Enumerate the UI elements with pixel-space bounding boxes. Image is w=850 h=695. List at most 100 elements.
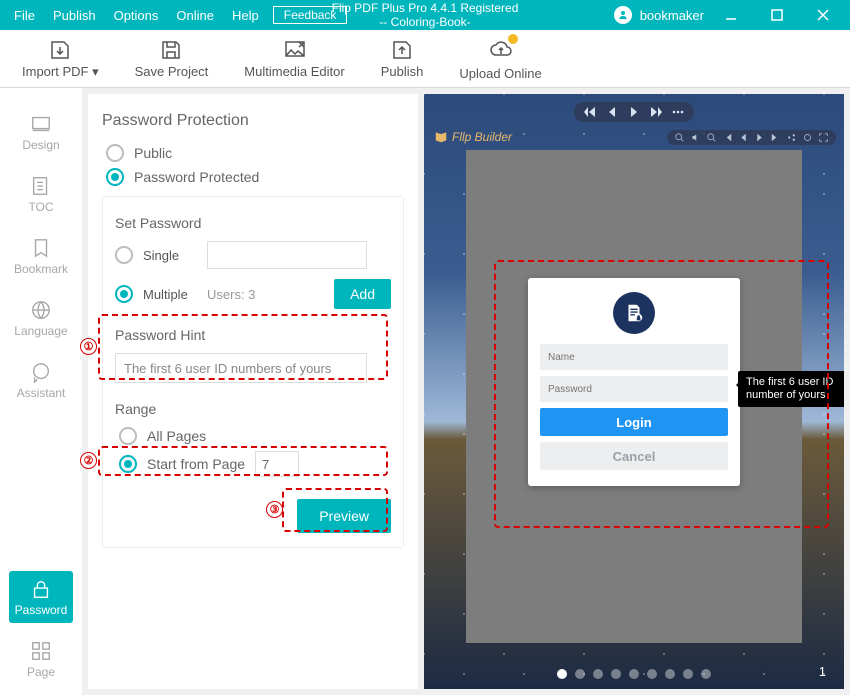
next-page-icon[interactable] xyxy=(628,106,640,118)
radio-start-from[interactable] xyxy=(119,455,137,473)
nav-assistant-label: Assistant xyxy=(17,386,66,400)
import-label: Import PDF ▾ xyxy=(22,64,99,80)
menu-publish[interactable]: Publish xyxy=(53,8,96,23)
menu-file[interactable]: File xyxy=(14,8,35,23)
forward-icon[interactable] xyxy=(771,133,780,142)
nav-page-label: Page xyxy=(27,665,55,679)
close-button[interactable] xyxy=(804,0,842,30)
range-label: Range xyxy=(115,401,391,417)
titlebar: File Publish Options Online Help Feedbac… xyxy=(0,0,850,30)
annotation-num-2: ② xyxy=(80,452,97,469)
minimize-button[interactable] xyxy=(712,0,750,30)
protected-option[interactable]: Password Protected xyxy=(106,168,404,186)
single-row: Single xyxy=(115,241,391,269)
single-label: Single xyxy=(143,248,197,263)
account-area: bookmaker xyxy=(614,0,850,30)
left-nav: Design TOC Bookmark Language Assistant P… xyxy=(0,88,82,695)
nav-toc[interactable]: TOC xyxy=(9,168,73,220)
nav-design[interactable]: Design xyxy=(9,106,73,158)
avatar-icon[interactable] xyxy=(614,6,632,24)
single-password-input[interactable] xyxy=(207,241,367,269)
page-dot-3[interactable] xyxy=(593,669,603,679)
import-icon xyxy=(48,38,72,62)
password-hint-input[interactable] xyxy=(115,353,367,383)
next-icon[interactable] xyxy=(755,133,764,142)
nav-password[interactable]: Password xyxy=(9,571,73,623)
annotation-num-1: ① xyxy=(80,338,97,355)
annotation-num-3: ③ xyxy=(266,501,283,518)
prev-page-icon[interactable] xyxy=(606,106,618,118)
zoom-out-icon[interactable] xyxy=(675,133,684,142)
refresh-icon[interactable] xyxy=(803,133,812,142)
cloud-upload-icon xyxy=(489,37,513,61)
username[interactable]: bookmaker xyxy=(640,8,704,23)
save-icon xyxy=(159,38,183,62)
radio-single[interactable] xyxy=(115,246,133,264)
maximize-button[interactable] xyxy=(758,0,796,30)
window-title: Flip PDF Plus Pro 4.4.1 Registered -- Co… xyxy=(332,1,519,29)
page-dot-5[interactable] xyxy=(629,669,639,679)
multiple-row: Multiple Users: 3 Add xyxy=(115,279,391,309)
page-number: 1 xyxy=(819,664,826,679)
first-page-icon[interactable] xyxy=(584,106,596,118)
nav-toc-label: TOC xyxy=(28,200,53,214)
sound-icon[interactable] xyxy=(691,133,700,142)
preview-tool-bar xyxy=(667,130,836,145)
upload-online-button[interactable]: Upload Online xyxy=(459,37,541,81)
hint-tooltip: The first 6 user ID number of yours xyxy=(738,371,844,407)
rewind-icon[interactable] xyxy=(723,133,732,142)
menu-online[interactable]: Online xyxy=(176,8,214,23)
save-project-button[interactable]: Save Project xyxy=(135,38,209,79)
all-pages-label: All Pages xyxy=(147,428,206,444)
toolbar: Import PDF ▾ Save Project Multimedia Edi… xyxy=(0,30,850,88)
fullscreen-icon[interactable] xyxy=(819,133,828,142)
page-dot-9[interactable] xyxy=(701,669,711,679)
radio-multiple[interactable] xyxy=(115,285,133,303)
nav-bookmark[interactable]: Bookmark xyxy=(9,230,73,282)
title-line1: Flip PDF Plus Pro 4.4.1 Registered xyxy=(332,1,519,15)
prev-icon[interactable] xyxy=(739,133,748,142)
login-modal: Login Cancel xyxy=(528,278,740,486)
radio-public[interactable] xyxy=(106,144,124,162)
more-icon[interactable] xyxy=(672,106,684,118)
nav-assistant[interactable]: Assistant xyxy=(9,354,73,406)
menu-help[interactable]: Help xyxy=(232,8,259,23)
preview-button[interactable]: Preview xyxy=(297,499,391,533)
menu-options[interactable]: Options xyxy=(114,8,159,23)
protected-label: Password Protected xyxy=(134,169,259,185)
radio-all-pages[interactable] xyxy=(119,427,137,445)
start-from-option[interactable]: Start from Page xyxy=(119,451,391,477)
nav-page[interactable]: Page xyxy=(9,633,73,685)
page-dot-7[interactable] xyxy=(665,669,675,679)
add-user-button[interactable]: Add xyxy=(334,279,391,309)
start-page-input[interactable] xyxy=(255,451,299,477)
last-page-icon[interactable] xyxy=(650,106,662,118)
nav-language[interactable]: Language xyxy=(9,292,73,344)
page-dot-1[interactable] xyxy=(557,669,567,679)
login-password-input[interactable] xyxy=(540,376,728,402)
radio-protected[interactable] xyxy=(106,168,124,186)
public-option[interactable]: Public xyxy=(106,144,404,162)
nav-password-label: Password xyxy=(15,603,68,617)
page-dot-4[interactable] xyxy=(611,669,621,679)
cancel-button[interactable]: Cancel xyxy=(540,442,728,470)
import-pdf-button[interactable]: Import PDF ▾ xyxy=(22,38,99,80)
nav-design-label: Design xyxy=(22,138,59,152)
zoom-in-icon[interactable] xyxy=(707,133,716,142)
main-area: Design TOC Bookmark Language Assistant P… xyxy=(0,88,850,695)
page-dot-6[interactable] xyxy=(647,669,657,679)
password-settings-box: Set Password Single Multiple Users: 3 Ad… xyxy=(102,196,404,548)
page-dot-2[interactable] xyxy=(575,669,585,679)
publish-icon xyxy=(390,38,414,62)
login-button[interactable]: Login xyxy=(540,408,728,436)
page-indicator xyxy=(557,669,711,679)
preview-pane: Flip Builder Login Cancel The first 6 us… xyxy=(424,94,844,689)
brand-text: Flip Builder xyxy=(452,130,512,144)
multimedia-editor-button[interactable]: Multimedia Editor xyxy=(244,38,344,79)
share-icon[interactable] xyxy=(787,133,796,142)
page-dot-8[interactable] xyxy=(683,669,693,679)
login-name-input[interactable] xyxy=(540,344,728,370)
password-panel: Password Protection Public Password Prot… xyxy=(88,94,418,689)
publish-button[interactable]: Publish xyxy=(381,38,424,79)
all-pages-option[interactable]: All Pages xyxy=(119,427,391,445)
